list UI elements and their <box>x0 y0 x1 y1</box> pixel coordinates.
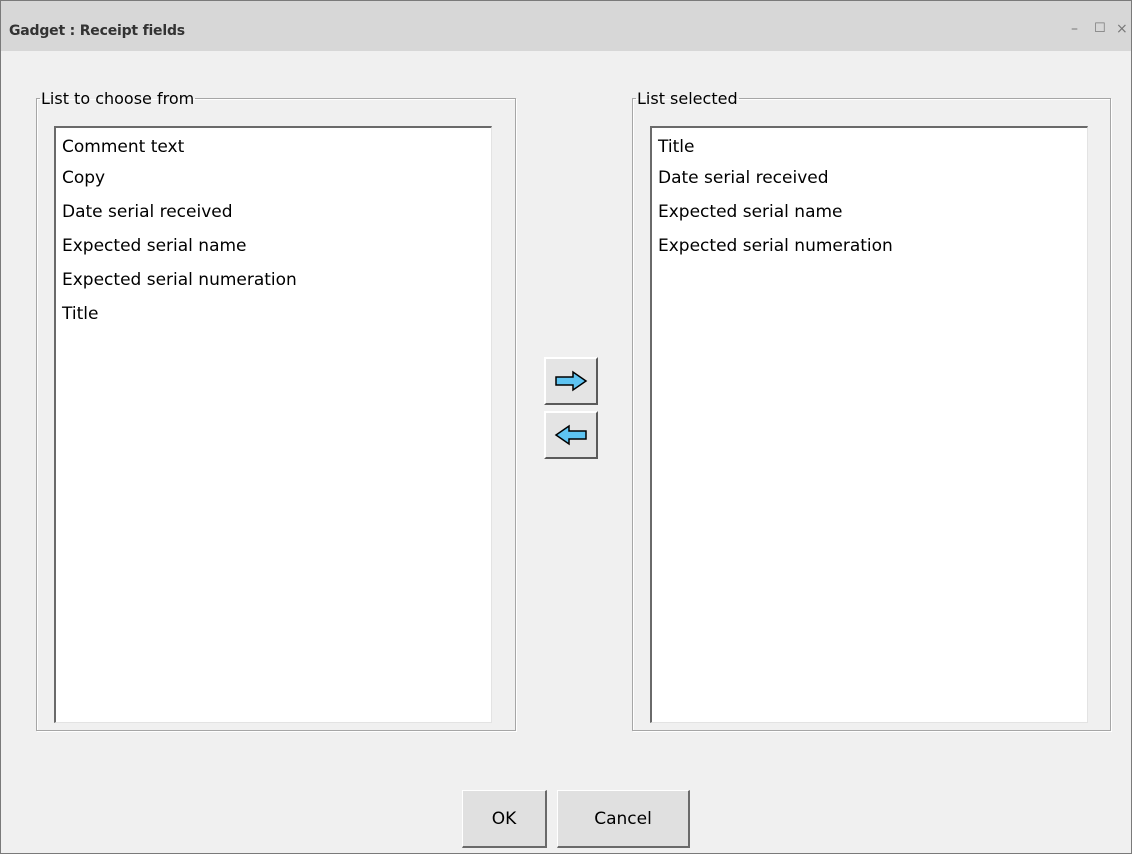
list-item[interactable]: Comment text <box>56 133 491 161</box>
list-item[interactable]: Expected serial numeration <box>56 263 491 297</box>
maximize-icon[interactable]: ☐ <box>1094 21 1106 37</box>
selected-fields-legend: List selected <box>637 89 738 108</box>
list-item[interactable]: Expected serial numeration <box>652 229 1087 263</box>
list-item[interactable]: Title <box>56 297 491 331</box>
dialog-window: Gadget : Receipt fields – ☐ × List to ch… <box>0 0 1132 854</box>
selected-fields-list[interactable]: Title Date serial received Expected seri… <box>650 126 1088 723</box>
cancel-button[interactable]: Cancel <box>557 790 690 848</box>
list-item[interactable]: Copy <box>56 161 491 195</box>
add-field-button[interactable] <box>544 357 598 405</box>
ok-button[interactable]: OK <box>462 790 547 848</box>
minimize-icon[interactable]: – <box>1071 21 1078 37</box>
list-item[interactable]: Expected serial name <box>56 229 491 263</box>
close-icon[interactable]: × <box>1116 21 1128 37</box>
list-item[interactable]: Title <box>652 133 1087 161</box>
window-title: Gadget : Receipt fields <box>9 23 185 39</box>
arrow-right-icon <box>555 370 588 392</box>
list-item[interactable]: Date serial received <box>56 195 491 229</box>
arrow-left-icon <box>554 424 587 446</box>
available-fields-legend: List to choose from <box>41 89 195 108</box>
title-bar[interactable]: Gadget : Receipt fields – ☐ × <box>1 1 1131 51</box>
remove-field-button[interactable] <box>544 411 598 459</box>
available-fields-list[interactable]: Comment text Copy Date serial received E… <box>54 126 492 723</box>
list-item[interactable]: Expected serial name <box>652 195 1087 229</box>
list-item[interactable]: Date serial received <box>652 161 1087 195</box>
